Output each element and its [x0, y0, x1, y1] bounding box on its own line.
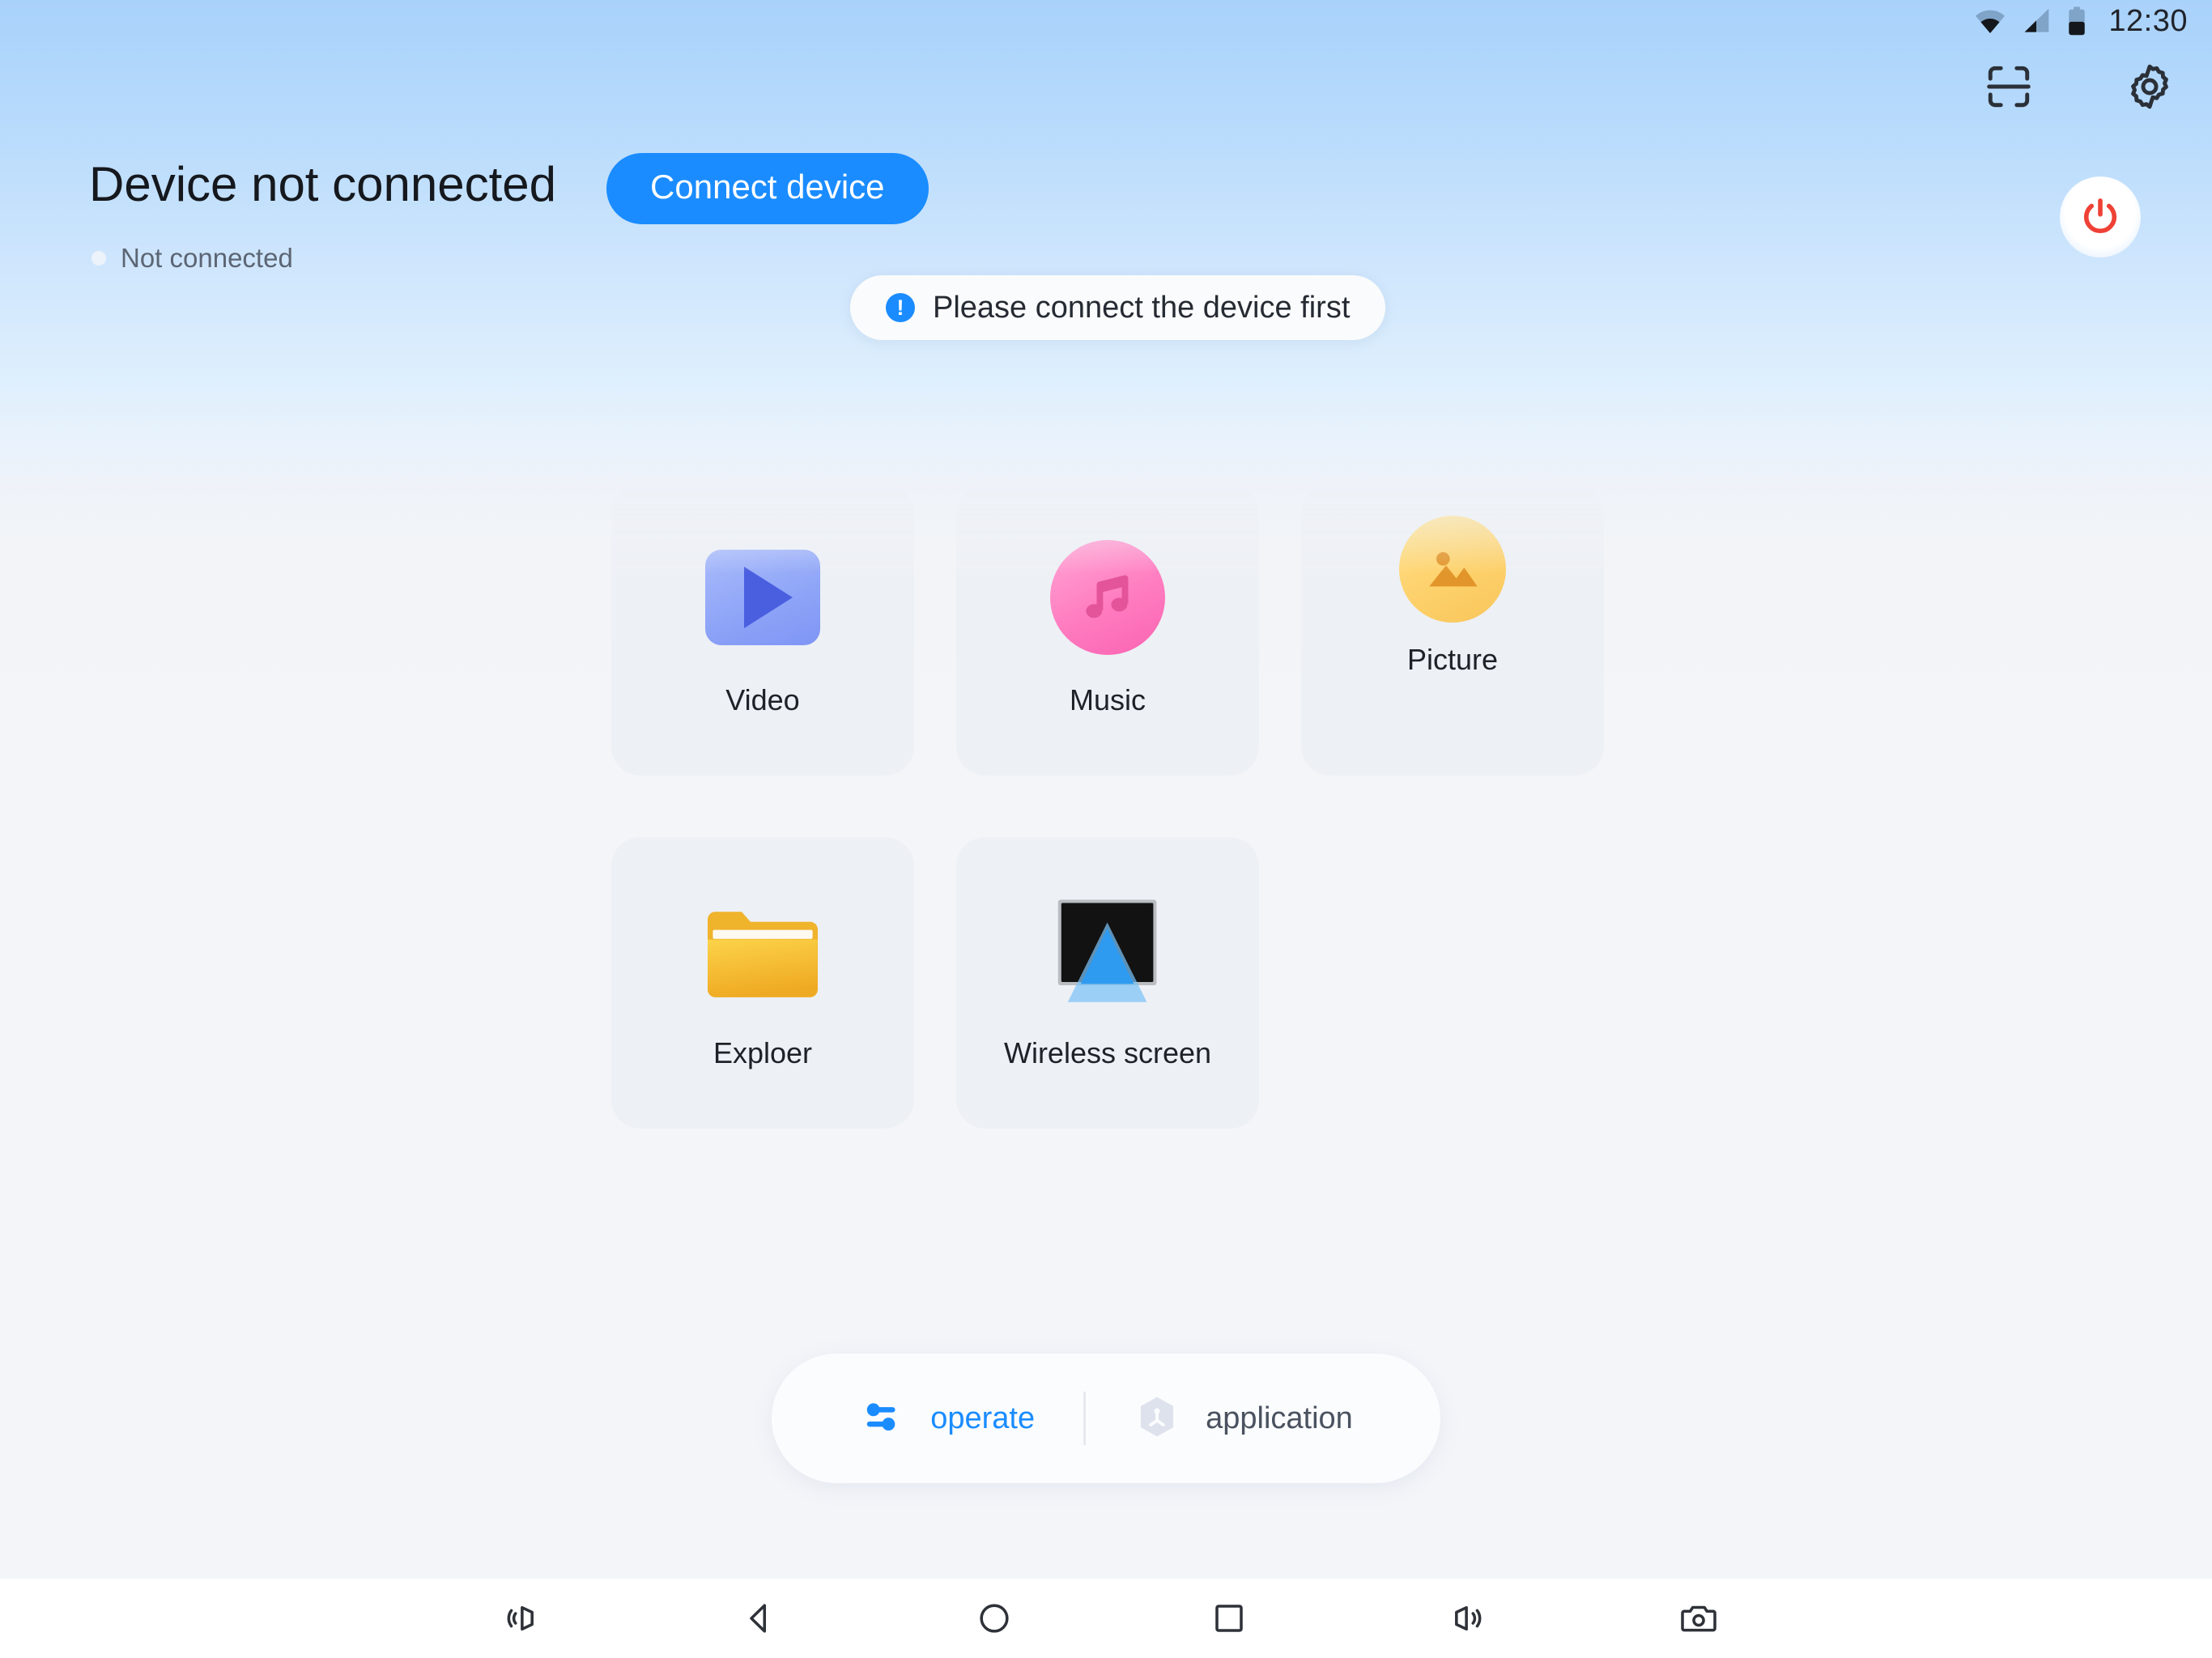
tab-label: application [1206, 1401, 1353, 1435]
volume-down-button[interactable] [476, 1579, 573, 1658]
status-badge: Not connected [121, 243, 293, 273]
tab-divider [1083, 1392, 1087, 1445]
app-grid: Video Music Picture Exploer Wireless scr… [611, 484, 1623, 1129]
volume-up-button[interactable] [1415, 1579, 1512, 1658]
toast-message: ! Please connect the device first [850, 275, 1386, 340]
wifi-icon [1974, 7, 2006, 35]
back-button[interactable] [711, 1579, 808, 1658]
battery-icon [2066, 6, 2087, 36]
exclamation-circle-icon: ! [886, 293, 915, 322]
app-grid-row-2: Exploer Wireless screen [611, 837, 1623, 1129]
folder-icon [704, 869, 821, 1031]
app-tile-label: Video [725, 683, 800, 716]
video-play-icon [705, 517, 820, 678]
app-tile-label: Wireless screen [1003, 1036, 1212, 1069]
navigation-bar [0, 1579, 2212, 1658]
sliders-icon [859, 1394, 904, 1443]
connect-device-button[interactable]: Connect device [606, 153, 929, 224]
app-grid-row-1: Video Music Picture [611, 484, 1623, 776]
mode-tab-bar: operate application [772, 1354, 1440, 1483]
top-action-bar [1979, 57, 2180, 117]
connection-status: Not connected [91, 243, 293, 274]
app-tile-music[interactable]: Music [956, 484, 1259, 776]
home-button[interactable] [946, 1579, 1043, 1658]
scan-button[interactable] [1979, 57, 2039, 117]
app-tile-wireless-screen[interactable]: Wireless screen [956, 837, 1259, 1129]
app-tile-label: Music [1069, 683, 1146, 716]
page-title: Device not connected [89, 157, 557, 211]
tab-label: operate [930, 1401, 1036, 1435]
app-hex-icon [1134, 1394, 1180, 1443]
status-bar-clock: 12:30 [2108, 3, 2188, 38]
recents-button[interactable] [1180, 1579, 1278, 1658]
music-note-icon [1050, 517, 1165, 678]
status-dot-icon [91, 251, 106, 266]
cellular-signal-icon [2021, 7, 2052, 35]
power-button[interactable] [2060, 176, 2141, 257]
app-tile-picture[interactable]: Picture [1301, 484, 1604, 776]
screenshot-button[interactable] [1650, 1579, 1747, 1658]
toast-text: Please connect the device first [933, 290, 1351, 325]
app-tile-exploer[interactable]: Exploer [611, 837, 914, 1129]
settings-button[interactable] [2120, 57, 2180, 117]
image-photo-icon [1399, 500, 1506, 638]
app-tile-label: Exploer [713, 1036, 813, 1069]
app-tile-video[interactable]: Video [611, 484, 914, 776]
status-bar: 12:30 [0, 0, 2212, 42]
app-tile-label: Picture [1406, 643, 1499, 676]
header: Device not connected Connect device [89, 153, 929, 224]
tab-operate[interactable]: operate [838, 1394, 1056, 1443]
tab-application[interactable]: application [1113, 1394, 1374, 1443]
cast-screen-icon [1048, 869, 1168, 1031]
